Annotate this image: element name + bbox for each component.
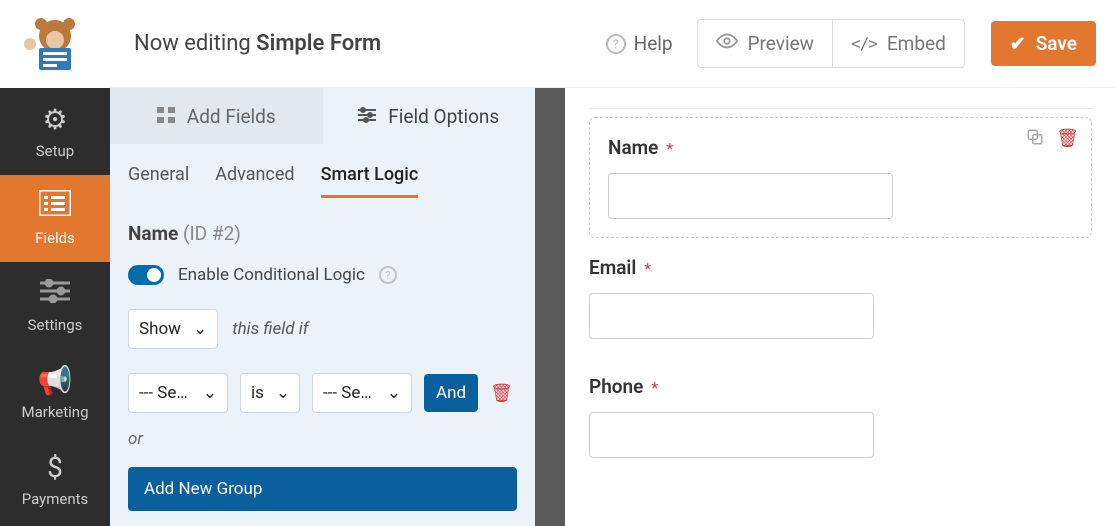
subtab-general[interactable]: General (128, 164, 189, 198)
gear-icon: ⚙ (42, 103, 67, 136)
tab-field-options[interactable]: Field Options (323, 88, 536, 144)
enable-conditional-label: Enable Conditional Logic (178, 265, 365, 285)
embed-button[interactable]: </> Embed (832, 19, 965, 68)
condition-value-select[interactable]: --- Select Choice --- ⌄ (312, 373, 412, 413)
action-suffix: this field if (232, 319, 308, 339)
or-label: or (110, 425, 535, 457)
check-icon: ✔ (1010, 32, 1026, 55)
nav-fields[interactable]: Fields (0, 175, 110, 262)
preview-field-name[interactable]: 🗑 Name * (589, 117, 1092, 238)
trash-icon[interactable]: 🗑 (1056, 128, 1079, 150)
chevron-down-icon: ⌄ (203, 383, 217, 403)
save-label: Save (1036, 32, 1077, 55)
required-indicator: * (651, 378, 658, 397)
nav-setup[interactable]: ⚙ Setup (0, 88, 110, 175)
sliders-icon (40, 277, 70, 310)
select-value: --- Select Field --- (139, 383, 191, 403)
duplicate-icon[interactable] (1026, 128, 1044, 150)
condition-operator-select[interactable]: is ⌄ (240, 373, 300, 413)
preview-field-email[interactable]: Email * (589, 238, 1092, 357)
enable-conditional-toggle[interactable] (128, 265, 164, 285)
select-value: --- Select Choice --- (323, 383, 375, 403)
field-id: (ID #2) (183, 222, 241, 245)
nav-settings[interactable]: Settings (0, 262, 110, 349)
logo (0, 0, 110, 88)
help-icon: ? (606, 34, 626, 54)
code-icon: </> (851, 34, 877, 53)
help-icon[interactable]: ? (379, 266, 397, 284)
field-label: Email (589, 256, 636, 279)
field-label: Phone (589, 375, 643, 398)
chevron-down-icon: ⌄ (193, 319, 207, 339)
nav-label: Setup (36, 142, 74, 160)
help-label: Help (634, 32, 673, 55)
form-name: Simple Form (256, 31, 381, 56)
action-value: Show (139, 319, 181, 339)
embed-label: Embed (887, 32, 946, 55)
field-heading: Name (ID #2) (110, 198, 535, 253)
divider (589, 108, 1092, 109)
tab-label: Field Options (388, 105, 499, 128)
preview-field-phone[interactable]: Phone * (589, 357, 1092, 476)
bullhorn-icon: 📢 (38, 364, 73, 397)
subtab-advanced[interactable]: Advanced (215, 164, 294, 198)
nav-label: Fields (35, 229, 75, 247)
tab-label: Add Fields (187, 105, 276, 128)
and-rule-button[interactable]: And (424, 374, 478, 412)
nav-label: Payments (22, 490, 89, 508)
help-link[interactable]: ? Help (606, 32, 673, 55)
required-indicator: * (666, 139, 673, 158)
trash-icon[interactable]: 🗑 (490, 383, 513, 404)
grid-icon (157, 105, 175, 128)
sliders-icon (358, 105, 376, 128)
nav-label: Settings (28, 316, 83, 334)
field-label: Name (608, 136, 658, 159)
email-input[interactable] (589, 293, 874, 339)
eye-icon (716, 30, 738, 57)
tab-add-fields[interactable]: Add Fields (110, 88, 323, 144)
preview-button[interactable]: Preview (697, 19, 832, 68)
subtab-smart-logic[interactable]: Smart Logic (321, 164, 419, 198)
nav-payments[interactable]: $ Payments (0, 436, 110, 523)
phone-input[interactable] (589, 412, 874, 458)
select-value: is (251, 383, 264, 403)
save-button[interactable]: ✔ Save (991, 21, 1096, 66)
name-input[interactable] (608, 173, 893, 219)
nav-marketing[interactable]: 📢 Marketing (0, 349, 110, 436)
condition-field-select[interactable]: --- Select Field --- ⌄ (128, 373, 228, 413)
field-name: Name (128, 222, 178, 245)
add-new-group-button[interactable]: Add New Group (128, 467, 517, 511)
preview-label: Preview (748, 32, 814, 55)
editing-prefix: Now editing (134, 31, 251, 56)
dollar-icon: $ (47, 451, 63, 484)
chevron-down-icon: ⌄ (276, 383, 290, 403)
required-indicator: * (644, 259, 651, 278)
chevron-down-icon: ⌄ (387, 383, 401, 403)
page-title: Now editing Simple Form (134, 31, 381, 56)
nav-label: Marketing (21, 403, 88, 421)
action-select[interactable]: Show ⌄ (128, 309, 218, 349)
list-icon (39, 190, 71, 223)
